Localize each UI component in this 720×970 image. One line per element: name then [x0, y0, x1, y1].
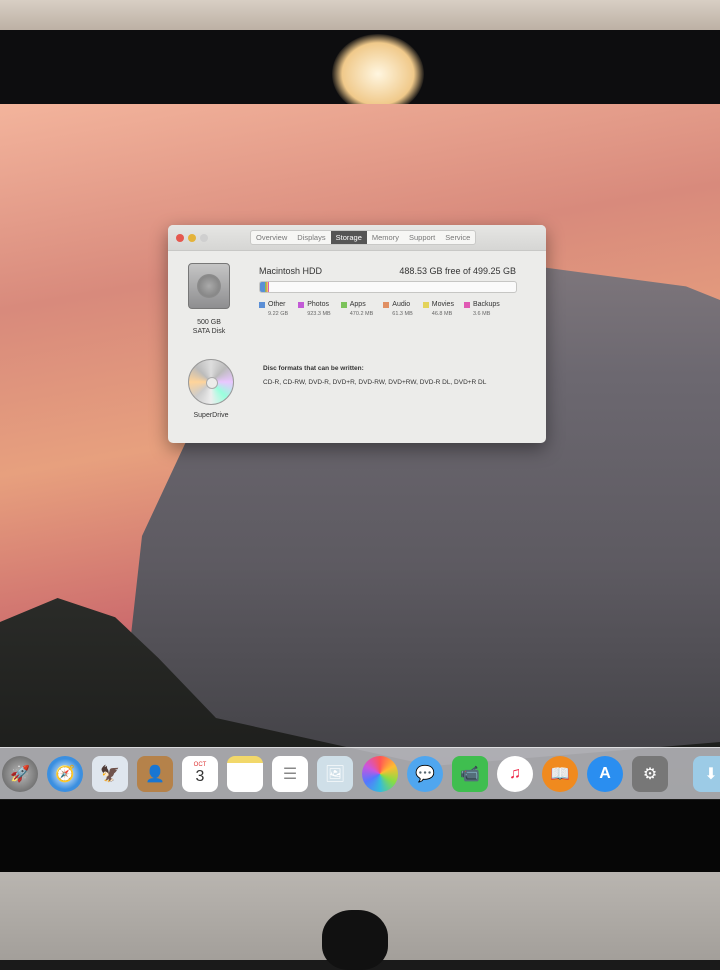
app-store-icon[interactable]: A [587, 755, 623, 792]
drive-name: SuperDrive [193, 412, 229, 419]
system-preferences-icon[interactable]: ⚙ [632, 755, 668, 792]
tab-bar: Overview Displays Storage Memory Support… [250, 230, 477, 245]
legend-apps: Apps 470.2 MB [340, 301, 374, 317]
legend-label: Backups [472, 301, 500, 308]
safari-icon[interactable]: 🧭 [47, 755, 83, 792]
storage-legend: Other 9.22 GB Photos 923.3 MB Apps 470.2 MB… [259, 301, 500, 317]
disc-formats-list: CD-R, CD-RW, DVD-R, DVD+R, DVD-RW, DVD+R… [263, 379, 487, 386]
itunes-icon[interactable]: ♫ [497, 755, 533, 792]
ibooks-icon[interactable]: 📖 [542, 755, 578, 792]
legend-value: 470.2 MB [349, 311, 374, 317]
disk-size: 500 GB [197, 319, 221, 326]
camera-glare [332, 34, 424, 114]
monitor-bezel-bottom [0, 800, 720, 872]
apple-logo [322, 910, 388, 970]
swatch [383, 301, 390, 308]
usage-segment-backups [267, 282, 269, 292]
legend-photos: Photos 923.3 MB [298, 301, 331, 317]
swatch [340, 301, 347, 308]
launchpad-icon[interactable]: 🚀 [2, 755, 38, 792]
legend-audio: Audio 61.3 MB [383, 301, 413, 317]
legend-value: 3.6 MB [472, 311, 491, 317]
title-bar: Overview Displays Storage Memory Support… [168, 225, 546, 251]
free-space: 488.53 GB free of 499.25 GB [399, 266, 516, 276]
legend-value: 61.3 MB [392, 311, 413, 317]
wall [0, 0, 720, 34]
legend-label: Apps [349, 301, 366, 308]
tab-storage[interactable]: Storage [330, 231, 367, 244]
minimize-button[interactable] [188, 233, 196, 242]
legend-value: 9.22 GB [268, 311, 289, 317]
facetime-icon[interactable]: 📹 [452, 755, 488, 792]
about-this-mac-window: Overview Displays Storage Memory Support… [168, 225, 546, 443]
downloads-folder-icon[interactable]: ⬇ [693, 755, 720, 792]
tab-service[interactable]: Service [440, 231, 475, 244]
messages-icon[interactable]: 💬 [407, 755, 443, 792]
tab-displays[interactable]: Displays [292, 231, 330, 244]
legend-label: Photos [307, 301, 329, 308]
hard-disk-icon [188, 263, 230, 309]
calendar-icon[interactable]: OCT 3 [182, 755, 218, 792]
legend-label: Movies [431, 301, 454, 308]
storage-usage-bar [259, 281, 517, 293]
legend-label: Other [268, 301, 286, 308]
tab-support[interactable]: Support [404, 231, 440, 244]
swatch [463, 301, 470, 308]
tab-overview[interactable]: Overview [251, 231, 292, 244]
close-button[interactable] [176, 233, 184, 242]
preview-icon[interactable]: 🖼 [317, 755, 353, 792]
tab-memory[interactable]: Memory [367, 231, 404, 244]
legend-value: 923.3 MB [307, 311, 331, 317]
mail-icon[interactable]: 🦅 [92, 755, 128, 792]
contacts-icon[interactable]: 👤 [137, 755, 173, 792]
legend-value: 46.8 MB [431, 311, 453, 317]
legend-other: Other 9.22 GB [259, 301, 288, 317]
reminders-icon[interactable]: ☰ [272, 755, 308, 792]
legend-label: Audio [392, 301, 411, 308]
superdrive-disc-icon [188, 359, 234, 405]
legend-movies: Movies 46.8 MB [422, 301, 454, 317]
zoom-button[interactable] [200, 233, 208, 242]
dock: 🚀 🧭 🦅 👤 OCT 3 ☰ 🖼 💬 📹 ♫ 📖 A ⚙ ⬇ [0, 747, 720, 799]
swatch [259, 301, 265, 308]
desktop [0, 104, 720, 804]
notes-icon[interactable] [227, 755, 263, 792]
swatch [298, 301, 305, 308]
calendar-day: 3 [195, 767, 205, 785]
disc-formats-heading: Disc formats that can be written: [263, 365, 364, 372]
disk-type: SATA Disk [192, 328, 226, 335]
photos-icon[interactable] [362, 755, 398, 792]
volume-name: Macintosh HDD [259, 266, 323, 276]
legend-backups: Backups 3.6 MB [463, 301, 500, 317]
swatch [422, 301, 429, 308]
